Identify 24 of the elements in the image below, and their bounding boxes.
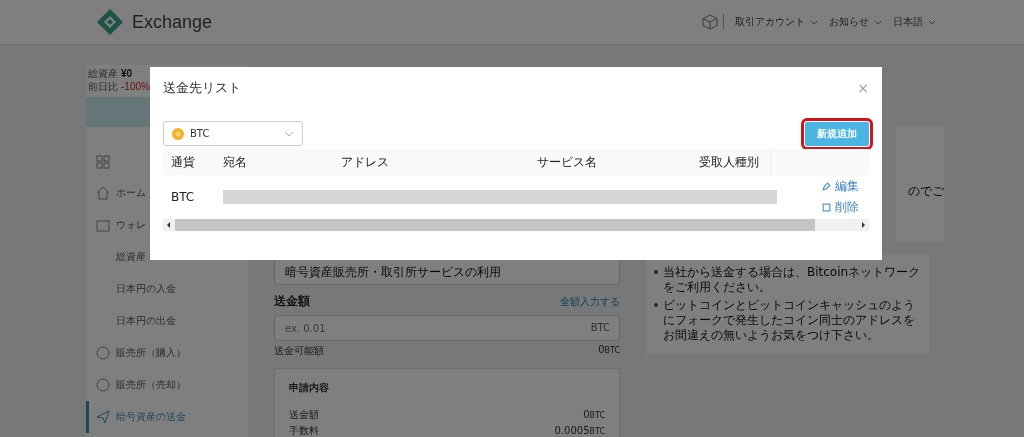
column-header: サービス名	[537, 153, 598, 171]
summary-row-value: 0BTC	[583, 408, 605, 422]
summary-row-label: 送金額	[289, 408, 319, 422]
table-cell-text: BTC	[170, 190, 196, 204]
notice-text: のでご	[908, 183, 944, 200]
column-header: アドレス	[341, 153, 390, 171]
info-text: 当社から送金する場合は、Bitcoinネットワークをご利用ください。	[663, 265, 921, 295]
dialog-title: 送金先リスト	[163, 79, 241, 97]
summary-label: 総資産	[88, 67, 118, 80]
summary-title: 申請内容	[289, 381, 330, 395]
unit-label: BTC	[590, 322, 610, 333]
logo-text: Exchange	[132, 11, 213, 33]
summary-row-value: 0.0005BTC	[554, 424, 605, 437]
summary-label: 前日比	[88, 80, 118, 93]
available-label: 送金可能額	[274, 344, 324, 358]
info-text: ビットコインとビットコインキャッシュのようにフォークで発生したコイン同士のアドレスをお間違えの無いようお気をつけ下さい。	[663, 298, 916, 343]
column-header: 宛名	[223, 153, 248, 171]
summary-value: ¥0	[121, 67, 133, 80]
amount-label: 送金額	[274, 293, 310, 310]
column-header: 通貨	[170, 153, 196, 171]
summary-value: -100%	[121, 80, 150, 93]
available-value: 0BTC	[598, 344, 620, 357]
summary-row-label: 手数料	[289, 424, 319, 437]
column-header: 受取人種別	[699, 153, 760, 171]
